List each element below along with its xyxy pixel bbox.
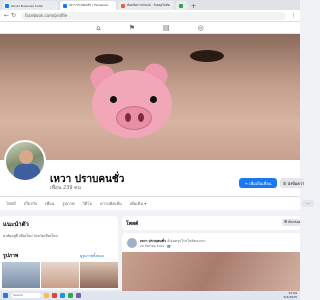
browser-tab-2[interactable]: เหวา ปราบคนชั่ว | Facebook bbox=[60, 1, 116, 10]
friend-count[interactable]: เพื่อน 239 คน bbox=[50, 184, 81, 192]
post-author-avatar[interactable] bbox=[127, 238, 137, 248]
tab-comments[interactable]: ความคิดเห็น bbox=[100, 200, 122, 207]
browser-tab-1[interactable]: Ghost Business Suite bbox=[2, 1, 58, 10]
pig-nostril-left bbox=[125, 113, 131, 122]
photo-thumbnail[interactable] bbox=[2, 262, 40, 288]
new-tab-button[interactable]: + bbox=[191, 3, 196, 10]
message-button[interactable]: ✆ ส่งข้อความ bbox=[280, 178, 304, 188]
pig-nostril-right bbox=[138, 113, 144, 122]
photos-title: รูปภาพ bbox=[3, 253, 19, 259]
tab-favicon-icon bbox=[63, 3, 67, 8]
clock-date: 5/2/2025 bbox=[283, 294, 297, 299]
browser-tab-bar: Ghost Business Suite เหวา ปราบคนชั่ว | F… bbox=[0, 0, 300, 10]
avatar-body bbox=[14, 164, 40, 180]
post-action-text: อัปเดตรูปโปรไฟล์ของเขา bbox=[166, 239, 206, 243]
back-icon[interactable]: ← bbox=[3, 12, 10, 19]
intro-location: อาศัยอยู่ที่ เขียงใหม่ จังหวัดเชียงใหม่ bbox=[3, 234, 58, 238]
tab-friends[interactable]: เพื่อน bbox=[45, 200, 54, 207]
intro-title: แนะนำตัว bbox=[3, 221, 29, 228]
home-icon[interactable]: ⌂ bbox=[96, 24, 100, 32]
filter-button[interactable]: ☰ ตัวกรอง bbox=[282, 219, 300, 226]
app-icon[interactable] bbox=[68, 293, 73, 298]
marketplace-icon[interactable]: ▤ bbox=[163, 24, 170, 32]
reload-icon[interactable]: ↻ bbox=[10, 12, 17, 19]
cover-photo[interactable] bbox=[0, 34, 300, 160]
windows-taskbar: Search 12:09 5/2/2025 bbox=[0, 291, 300, 300]
groups-icon[interactable]: ◎ bbox=[198, 24, 204, 32]
taskbar-clock[interactable]: 12:09 5/2/2025 bbox=[283, 291, 297, 299]
facebook-nav: ⌂ ⚑ ▤ ◎ bbox=[0, 22, 300, 34]
tab-favicon-icon bbox=[121, 3, 125, 8]
browser-tab-4[interactable] bbox=[176, 1, 188, 10]
pig-eye-right bbox=[150, 96, 157, 103]
explorer-icon[interactable] bbox=[44, 293, 49, 298]
tab-favicon-icon bbox=[179, 3, 183, 8]
taskbar-search[interactable]: Search bbox=[11, 293, 41, 298]
address-bar: ← ↻ facebook.com/profile ⋮ bbox=[0, 10, 300, 22]
url-field[interactable]: facebook.com/profile bbox=[21, 11, 286, 20]
chrome-icon[interactable] bbox=[52, 293, 57, 298]
app-icon[interactable] bbox=[76, 293, 81, 298]
profile-avatar[interactable] bbox=[4, 140, 46, 182]
photo-thumbnail[interactable] bbox=[80, 262, 118, 288]
avatar-head bbox=[19, 150, 33, 164]
tab-photos[interactable]: รูปภาพ bbox=[62, 200, 74, 207]
tab-posts[interactable]: โพสต์ bbox=[6, 200, 16, 207]
browser-tab-3[interactable]: ห้องเปิดการเงินแอ้ - ร้อยตุยไม่คัด bbox=[118, 1, 174, 10]
posts-title: โพสต์ bbox=[126, 221, 139, 227]
tab-more[interactable]: เพิ่มเติม ▾ bbox=[130, 200, 147, 207]
cover-eye-right bbox=[190, 50, 224, 62]
tab-videos[interactable]: วิดีโอ bbox=[83, 200, 92, 207]
cover-eye-left bbox=[95, 54, 123, 64]
tab-favicon-icon bbox=[5, 3, 9, 8]
start-icon[interactable] bbox=[3, 293, 8, 298]
tab-about[interactable]: เกี่ยวกับ bbox=[24, 200, 37, 207]
post-image[interactable] bbox=[122, 252, 300, 292]
post-date[interactable]: 26 สิงหาคม 2022 · 👥 bbox=[140, 244, 171, 249]
edge-icon[interactable] bbox=[60, 293, 65, 298]
post-author-name[interactable]: เหวา ปราบคนชั่ว bbox=[140, 239, 166, 243]
menu-icon[interactable]: ⋮ bbox=[290, 12, 297, 19]
posts-header-card bbox=[122, 216, 300, 230]
see-all-photos-link[interactable]: ดูรูปภาพทั้งหมด bbox=[80, 253, 104, 259]
add-friend-button[interactable]: + เพิ่มเป็นเพื่อน bbox=[239, 178, 277, 188]
pig-snout bbox=[116, 106, 152, 130]
profile-more-button[interactable]: ··· bbox=[302, 200, 314, 207]
pig-eye-left bbox=[110, 96, 117, 103]
pages-flag-icon[interactable]: ⚑ bbox=[129, 24, 135, 32]
photo-thumbnail[interactable] bbox=[41, 262, 79, 288]
profile-tabs: โพสต์ เกี่ยวกับ เพื่อน รูปภาพ วิดีโอ ควา… bbox=[0, 197, 300, 210]
